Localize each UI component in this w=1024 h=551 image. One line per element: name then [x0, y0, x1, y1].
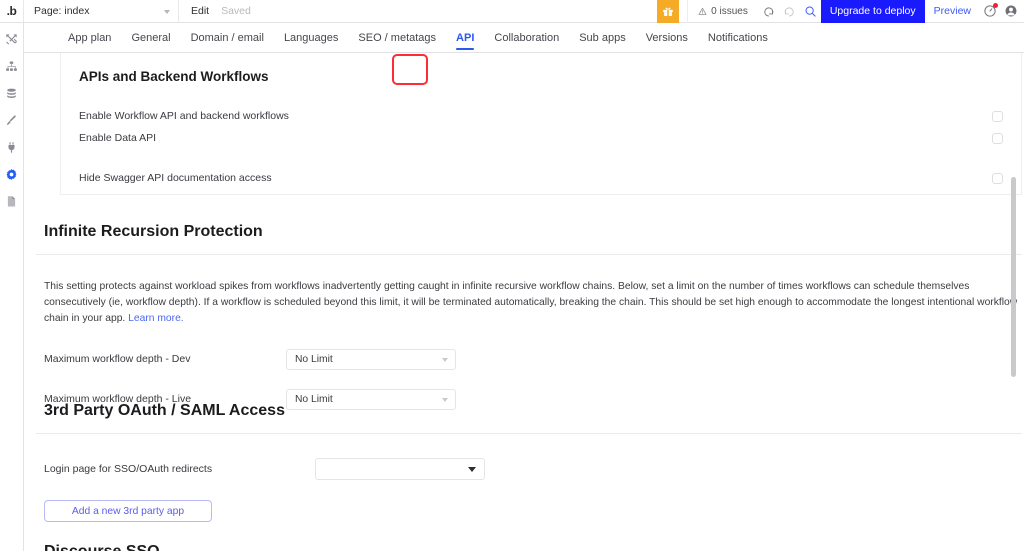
sidebar-item-logs[interactable] [1, 193, 23, 210]
vertical-scrollbar[interactable] [1011, 177, 1016, 377]
oauth-saml-title: 3rd Party OAuth / SAML Access [44, 402, 285, 419]
recursion-paragraph-text: This setting protects against workload s… [44, 281, 1018, 324]
row-hide-swagger: Hide Swagger API documentation access [79, 168, 1003, 188]
logs-icon [7, 196, 16, 207]
max-workflow-depth-dev-dropdown[interactable]: No Limit [286, 348, 456, 370]
settings-icon [6, 169, 17, 180]
tab-versions[interactable]: Versions [636, 23, 698, 52]
issues-indicator[interactable]: 0 issues [687, 0, 758, 23]
redo-icon[interactable] [779, 0, 800, 23]
bubble-editor-window: .b Page: index Edit Saved 0 issues Upgra… [0, 0, 1024, 551]
discourse-sso-title: Discourse SSO [36, 543, 1022, 551]
left-icon-rail [0, 23, 24, 551]
tab-collaboration[interactable]: Collaboration [484, 23, 569, 52]
infinite-recursion-section: Infinite Recursion Protection This setti… [36, 223, 1022, 410]
section-divider [36, 254, 1022, 255]
tab-seo-metatags[interactable]: SEO / metatags [348, 23, 446, 52]
tab-sub-apps[interactable]: Sub apps [569, 23, 635, 52]
help-notification-badge [993, 2, 998, 8]
apis-card-title: APIs and Backend Workflows [79, 69, 269, 84]
chevron-down-icon [164, 10, 170, 14]
sso-login-page-dropdown[interactable] [315, 458, 485, 480]
hide-swagger-checkbox[interactable] [992, 172, 1003, 184]
warning-icon [698, 7, 707, 15]
oauth-saml-section: 3rd Party OAuth / SAML Access Login page… [36, 402, 1022, 522]
max-workflow-depth-dev-row: Maximum workflow depth - Dev No Limit [36, 348, 1022, 370]
row-spacer [79, 150, 1003, 168]
workflow-icon [6, 61, 17, 71]
preview-button[interactable]: Preview [925, 5, 980, 17]
row-enable-data-api: Enable Data API [79, 128, 1003, 148]
sso-login-page-label: Login page for SSO/OAuth redirects [44, 463, 213, 475]
tab-languages[interactable]: Languages [274, 23, 348, 52]
styles-icon [6, 115, 16, 125]
data-icon [7, 88, 16, 98]
page-selector-label: Page: index [34, 5, 90, 17]
search-icon[interactable] [800, 0, 821, 23]
discourse-sso-section: Discourse SSO [36, 543, 1022, 551]
hide-swagger-label: Hide Swagger API documentation access [79, 172, 272, 184]
page-selector[interactable]: Page: index [28, 0, 178, 22]
enable-data-api-checkbox[interactable] [992, 132, 1003, 144]
chevron-down-icon [468, 467, 476, 472]
plugins-icon [8, 142, 15, 153]
sidebar-item-data[interactable] [1, 85, 23, 102]
saved-status: Saved [221, 5, 251, 17]
scroll-container: APIs and Backend Workflows Enable Workfl… [36, 53, 1024, 551]
chevron-down-icon [442, 358, 448, 363]
main-panel: App plan General Domain / email Language… [24, 23, 1024, 551]
learn-more-link[interactable]: Learn more. [128, 313, 184, 324]
sidebar-item-plugins[interactable] [1, 139, 23, 156]
toolbar-divider [178, 0, 179, 23]
apis-backend-workflows-card: APIs and Backend Workflows Enable Workfl… [60, 53, 1022, 195]
enable-data-api-label: Enable Data API [79, 132, 157, 144]
infinite-recursion-title: Infinite Recursion Protection [44, 223, 263, 240]
issues-count: 0 issues [711, 5, 748, 17]
tab-general[interactable]: General [121, 23, 180, 52]
bubble-logo[interactable]: .b [0, 0, 24, 22]
design-icon [6, 34, 17, 45]
sidebar-item-styles[interactable] [1, 112, 23, 129]
sidebar-item-settings[interactable] [1, 166, 23, 183]
section-divider [36, 433, 1022, 434]
edit-label[interactable]: Edit [191, 5, 209, 17]
max-workflow-depth-dev-label: Maximum workflow depth - Dev [44, 353, 191, 366]
add-3rd-party-app-row: Add a new 3rd party app [36, 500, 1022, 522]
settings-content: APIs and Backend Workflows Enable Workfl… [24, 53, 1024, 551]
infinite-recursion-description: This setting protects against workload s… [36, 279, 1022, 327]
gift-icon[interactable] [657, 0, 680, 23]
max-workflow-depth-dev-value: No Limit [295, 353, 333, 365]
upgrade-to-deploy-button[interactable]: Upgrade to deploy [820, 0, 925, 23]
tab-notifications[interactable]: Notifications [698, 23, 778, 52]
editor-body: App plan General Domain / email Language… [0, 23, 1024, 551]
enable-workflow-api-label: Enable Workflow API and backend workflow… [79, 110, 289, 122]
settings-tabs: App plan General Domain / email Language… [24, 23, 1024, 53]
add-new-3rd-party-app-button[interactable]: Add a new 3rd party app [44, 500, 212, 522]
tab-app-plan[interactable]: App plan [58, 23, 121, 52]
avatar[interactable] [1000, 0, 1021, 23]
help-icon[interactable] [980, 0, 1000, 23]
enable-workflow-api-checkbox[interactable] [992, 110, 1003, 122]
top-bar: .b Page: index Edit Saved 0 issues Upgra… [0, 0, 1024, 23]
sso-login-page-row: Login page for SSO/OAuth redirects [36, 458, 1022, 480]
top-bar-right: 0 issues Upgrade to deploy Preview [657, 0, 1024, 23]
row-enable-workflow-api: Enable Workflow API and backend workflow… [79, 106, 1003, 126]
sidebar-item-workflow[interactable] [1, 58, 23, 75]
tab-api[interactable]: API [446, 23, 484, 52]
sidebar-item-design[interactable] [1, 31, 23, 48]
bubble-logo-text: .b [6, 4, 17, 18]
undo-icon[interactable] [758, 0, 779, 23]
tab-domain-email[interactable]: Domain / email [181, 23, 274, 52]
